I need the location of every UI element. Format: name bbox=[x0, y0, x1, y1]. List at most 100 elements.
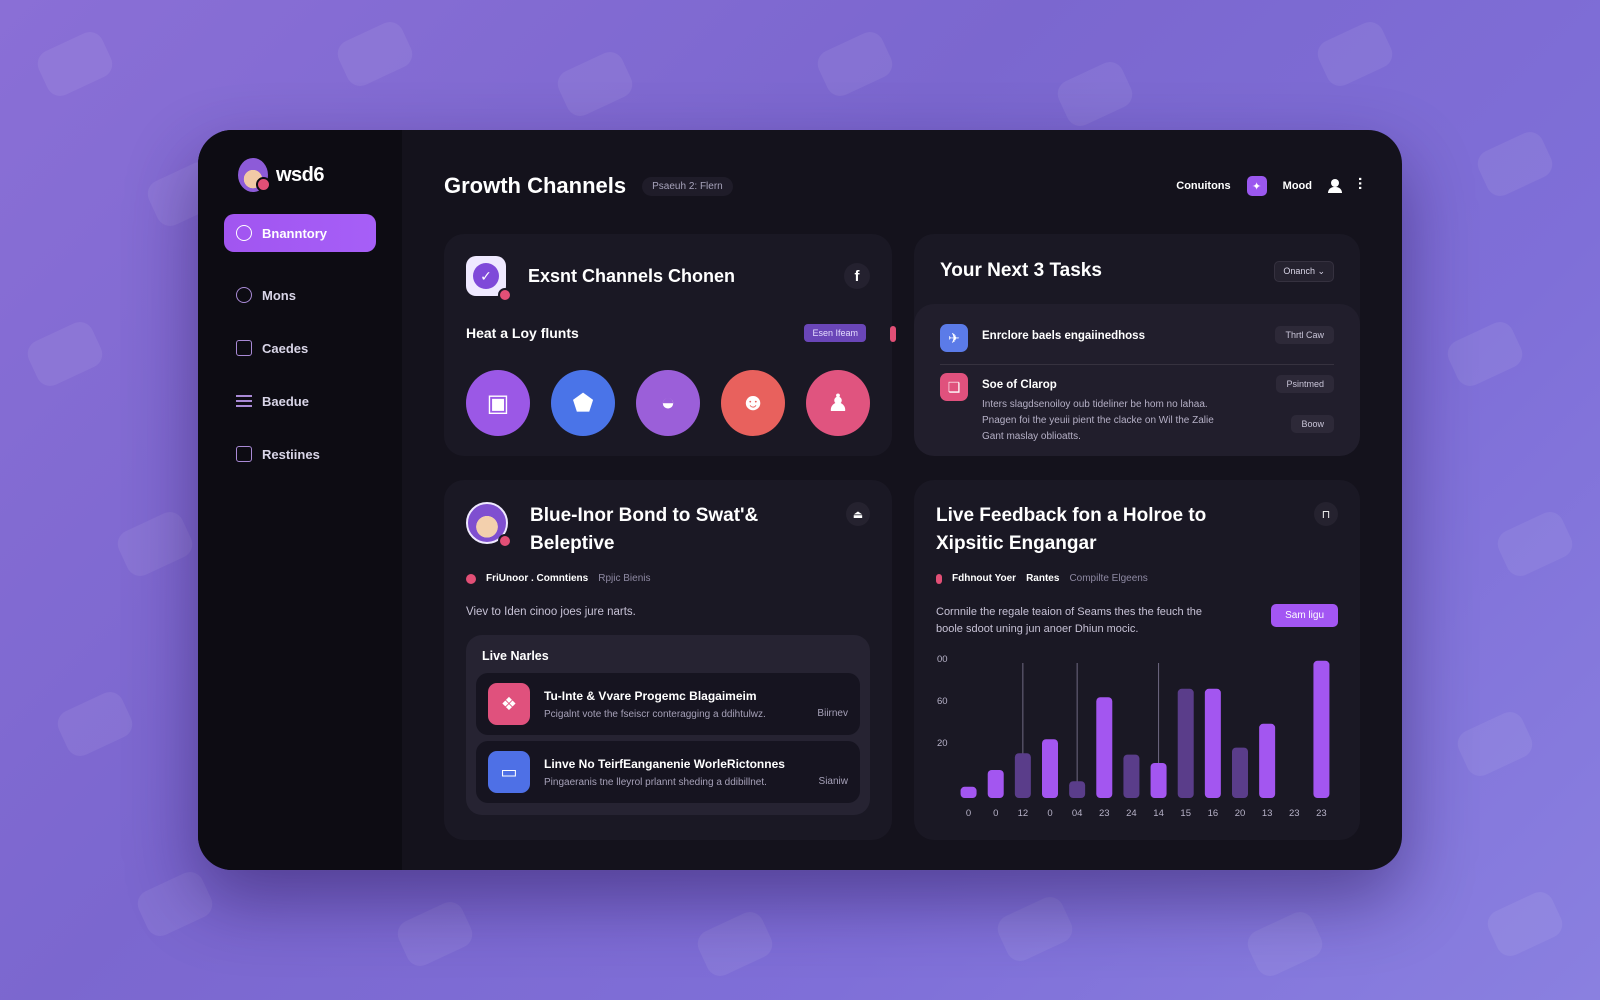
sidebar-item-label: Baedue bbox=[262, 393, 309, 409]
post-title: Blue-Inor Bond to Swat'& Beleptive bbox=[530, 505, 759, 554]
channels-card: Exsnt Channels Chonen f Heat a Loy flunt… bbox=[444, 234, 896, 456]
list-item[interactable]: ▭ Linve No TeirfEanganenie WorleRictonne… bbox=[476, 741, 860, 804]
card-grid: Exsnt Channels Chonen f Heat a Loy flunt… bbox=[444, 234, 1362, 840]
post-card: Blue-Inor Bond to Swat'& Beleptive ⏏ Fri… bbox=[444, 480, 892, 840]
task-title: Soe of Clarop bbox=[982, 379, 1057, 391]
title-pill[interactable]: Psaeuh 2: Flern bbox=[642, 176, 733, 196]
chart-svg: 0060200 0 12 0 04 23 24 14 15 16 20 13 23 23 bbox=[937, 654, 1330, 819]
chart-bar[interactable] bbox=[1232, 747, 1248, 798]
meta-author: FriUnoor . Comntiens bbox=[486, 573, 589, 585]
sidebar-item-bnanntory[interactable]: Bnanntory bbox=[224, 214, 376, 252]
task-pill[interactable]: Thrtl Caw bbox=[1275, 326, 1334, 344]
avatar bbox=[466, 502, 512, 548]
image-icon: ❏ bbox=[940, 373, 968, 401]
upload-icon[interactable]: ⏏ bbox=[846, 502, 870, 526]
chart-bar[interactable] bbox=[960, 786, 977, 798]
feedback-card: Live Feedback fon a Holroe to Xipsitic E… bbox=[914, 480, 1360, 840]
x-tick-label: 23 bbox=[1316, 808, 1327, 819]
lock-icon bbox=[236, 446, 252, 462]
tasks-filter-select[interactable]: Onanch ⌄ bbox=[1274, 260, 1334, 282]
status-dot bbox=[936, 573, 942, 584]
x-tick-label: 23 bbox=[1099, 808, 1110, 819]
list-item-side: Biirnev bbox=[817, 708, 848, 720]
post-body: Viev to Iden cinoo joes jure narts. bbox=[466, 606, 636, 619]
face-icon[interactable]: ☻ bbox=[721, 370, 785, 436]
x-tick-label: 15 bbox=[1180, 808, 1191, 819]
channel-list: ▣ ⬟ ◒ ☻ ♟ bbox=[466, 370, 870, 436]
brand-name: wsd6 bbox=[276, 163, 325, 186]
chart-bar[interactable] bbox=[1177, 688, 1194, 798]
list-item-side: Sianiw bbox=[818, 776, 848, 788]
app-logo-icon bbox=[466, 256, 512, 302]
chart-bar[interactable] bbox=[1123, 754, 1140, 798]
live-box: Live Narles ❖ Tu-Inte & Vvare Progemc Bl… bbox=[466, 635, 870, 816]
brand-avatar bbox=[238, 158, 271, 192]
mood-link[interactable]: Mood bbox=[1283, 180, 1312, 192]
brand[interactable]: wsd6 bbox=[238, 158, 376, 192]
bell-icon[interactable]: ♟ bbox=[806, 370, 870, 436]
x-tick-label: 0 bbox=[993, 808, 998, 819]
task-pill-secondary[interactable]: Boow bbox=[1291, 415, 1334, 433]
list-item-desc: Pingaeranis tne lleyrol prlannt sheding … bbox=[544, 776, 767, 788]
sidebar-item-restiines[interactable]: Restiines bbox=[224, 435, 376, 473]
task-item[interactable]: ❏ Soe of Clarop Inters slagdsenoiloy oub… bbox=[940, 364, 1334, 445]
task-pill[interactable]: Psintmed bbox=[1276, 375, 1334, 393]
meta-tag: Rantes bbox=[1026, 573, 1060, 585]
chart-bar[interactable] bbox=[1069, 781, 1086, 798]
task-desc: Inters slagdsenoiloy oub tideliner be ho… bbox=[982, 397, 1214, 445]
chart-bar[interactable] bbox=[1204, 688, 1221, 798]
sidebar-item-label: Caedes bbox=[262, 340, 309, 356]
x-tick-label: 04 bbox=[1072, 808, 1083, 819]
sidebar-item-label: Mons bbox=[262, 287, 296, 303]
feedback-title: Live Feedback fon a Holroe to Xipsitic E… bbox=[936, 505, 1207, 554]
more-icon[interactable]: ⫶ bbox=[1358, 178, 1362, 194]
frame-icon[interactable]: ▣ bbox=[466, 370, 530, 436]
channels-pill-button[interactable]: Esen Ifeam bbox=[804, 324, 866, 342]
x-tick-label: 13 bbox=[1262, 808, 1273, 819]
channels-card-title: Exsnt Channels Chonen bbox=[528, 265, 736, 286]
edge-marker bbox=[890, 326, 896, 342]
list-item-title: Tu-Inte & Vvare Progemc Blagaimeim bbox=[544, 688, 757, 703]
bar-chart: 00 60 20 0 0 12 0 04 23 24 14 15 16 20 13 23 23 bbox=[936, 648, 1338, 828]
y-tick-label: 60 bbox=[937, 696, 948, 707]
tasks-title: Your Next 3 Tasks bbox=[940, 260, 1102, 281]
shield-icon[interactable]: ⬟ bbox=[551, 370, 615, 436]
page-title: Growth Channels bbox=[444, 173, 627, 198]
chart-bar[interactable] bbox=[987, 770, 1004, 798]
task-title: Enrclore baels engaiinedhoss bbox=[982, 330, 1145, 342]
lock-icon[interactable]: ⊓ bbox=[1314, 502, 1338, 526]
task-item[interactable]: ✈ Enrclore baels engaiinedhoss Thrtl Caw bbox=[940, 324, 1334, 352]
chart-bar[interactable] bbox=[1014, 753, 1031, 798]
hat-icon[interactable]: ◒ bbox=[636, 370, 700, 436]
bird-icon: ✈ bbox=[940, 324, 968, 352]
list-item[interactable]: ❖ Tu-Inte & Vvare Progemc Blagaimeim Pci… bbox=[476, 673, 860, 736]
facebook-icon[interactable]: f bbox=[844, 263, 870, 289]
inbox-icon: ▭ bbox=[488, 751, 530, 794]
x-tick-label: 23 bbox=[1289, 808, 1300, 819]
x-tick-label: 24 bbox=[1126, 808, 1137, 819]
app-window: wsd6 Bnanntory Mons Caedes Baedue Restii… bbox=[198, 130, 1402, 870]
chart-bar[interactable] bbox=[1042, 739, 1058, 798]
chart-bar[interactable] bbox=[1313, 660, 1330, 798]
list-item-title: Linve No TeirfEanganenie WorleRictonnes bbox=[544, 756, 785, 771]
user-icon[interactable] bbox=[1327, 179, 1342, 193]
main-content: Growth Channels Psaeuh 2: Flern Conuiton… bbox=[402, 130, 1402, 870]
sidebar-item-caedes[interactable]: Caedes bbox=[224, 329, 376, 367]
sidebar-item-baedue[interactable]: Baedue bbox=[224, 382, 376, 420]
task-desc-line: Pnagen foi the yeuii pient the clacke on… bbox=[982, 415, 1214, 426]
app-badge-icon[interactable]: ✦ bbox=[1246, 176, 1267, 196]
task-desc-line: Inters slagdsenoiloy oub tideliner be ho… bbox=[982, 399, 1208, 410]
top-actions: Conuitons ✦ Mood ⫶ bbox=[1176, 176, 1362, 196]
chart-bar[interactable] bbox=[1150, 763, 1167, 798]
cta-button[interactable]: Sam ligu bbox=[1271, 604, 1338, 628]
post-meta: FriUnoor . Comntiens Rpjic Bienis bbox=[466, 573, 870, 584]
conditions-link[interactable]: Conuitons bbox=[1176, 180, 1230, 192]
meta-secondary: Compilte Elgeens bbox=[1069, 573, 1148, 585]
channels-subtitle: Heat a Loy flunts bbox=[466, 325, 579, 341]
task-desc-line: Gant maslay oblioatts. bbox=[982, 431, 1081, 442]
sidebar-item-mons[interactable]: Mons bbox=[224, 276, 376, 314]
tasks-list: ✈ Enrclore baels engaiinedhoss Thrtl Caw… bbox=[914, 304, 1360, 456]
chart-bar[interactable] bbox=[1259, 723, 1276, 798]
sidebar-item-label: Bnanntory bbox=[262, 225, 327, 241]
chart-bar[interactable] bbox=[1096, 697, 1113, 798]
